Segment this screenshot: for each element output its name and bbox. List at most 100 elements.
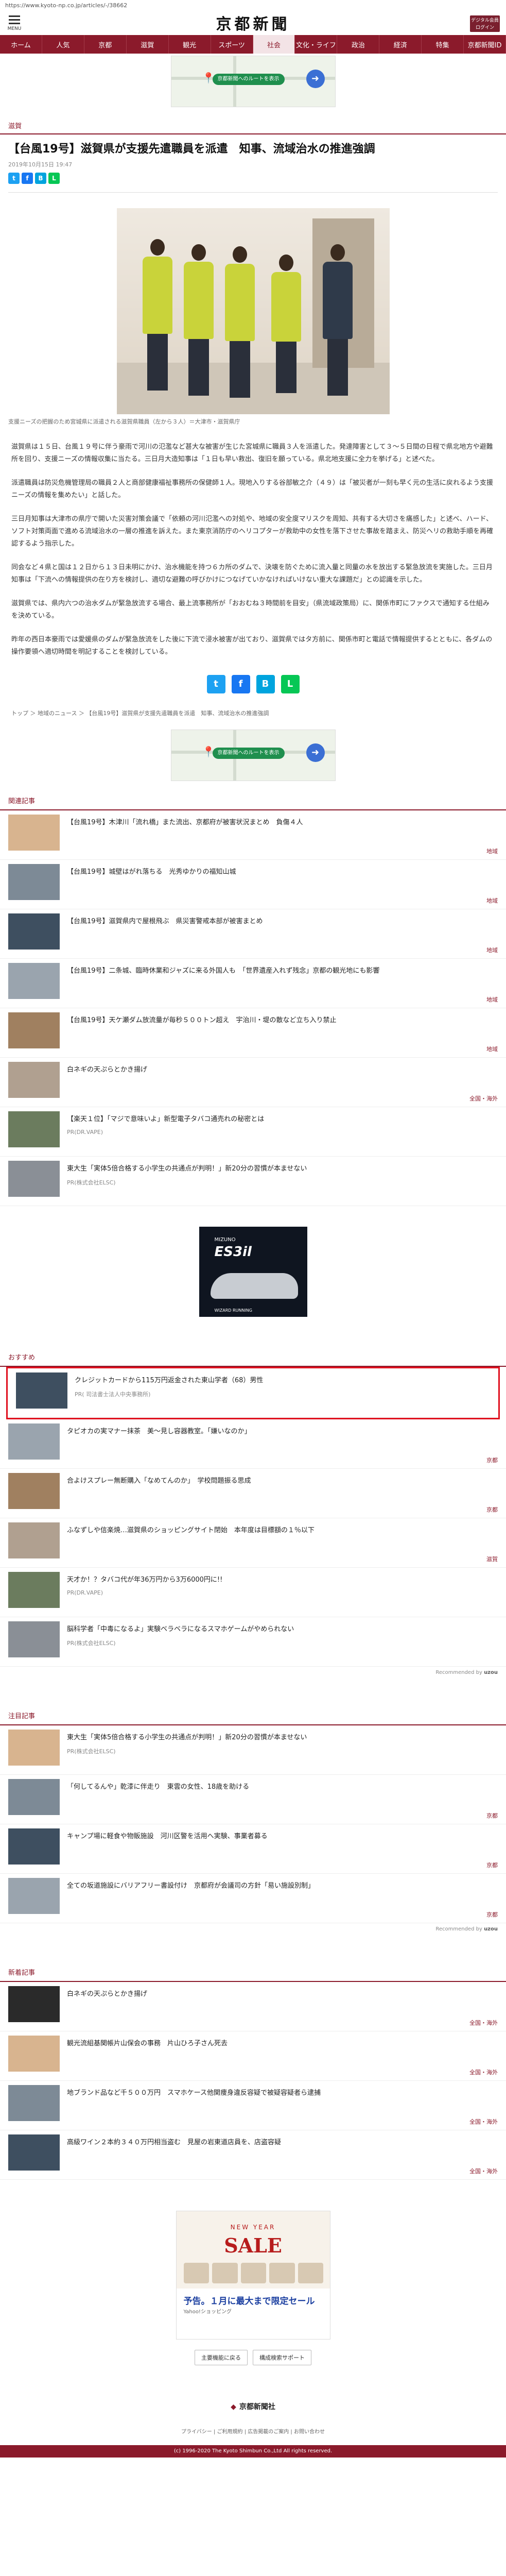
directions-icon[interactable]: ➜ xyxy=(306,743,325,762)
news-item[interactable]: 【楽天１位】「マジで意味いよ」新型電子タバコ通売れの秘密とは PR(DR.VAPE… xyxy=(0,1107,506,1157)
hatena-share-icon[interactable]: B xyxy=(256,675,275,693)
news-thumbnail[interactable] xyxy=(8,2085,60,2121)
nav-item[interactable]: 観光 xyxy=(169,35,211,54)
news-thumbnail[interactable] xyxy=(8,2134,60,2171)
news-thumbnail[interactable] xyxy=(8,1062,60,1098)
news-item[interactable]: 白ネギの天ぷらとかき揚げ全国・海外 xyxy=(0,1982,506,2031)
news-title[interactable]: 白ネギの天ぷらとかき揚げ xyxy=(67,1062,147,1075)
news-title[interactable]: 「何してるんや」乾漆に伴走り 東雲の女性、18歳を助ける xyxy=(67,1779,249,1792)
nav-item[interactable]: 政治 xyxy=(337,35,380,54)
facebook-share-icon[interactable]: f xyxy=(231,675,250,693)
news-thumbnail[interactable] xyxy=(8,2036,60,2072)
news-item[interactable]: 高級ワイン２本約３４０万円相当盗む 見屋の岩東道店員を、店盗容疑 全国・海外 xyxy=(0,2130,506,2180)
nav-item[interactable]: 京都 xyxy=(84,35,127,54)
footer-button-support[interactable]: 構成検索サポート xyxy=(253,2350,311,2365)
menu-button[interactable]: MENU xyxy=(7,13,22,31)
nav-item[interactable]: 社会 xyxy=(253,35,295,54)
news-thumbnail[interactable] xyxy=(8,1986,60,2022)
nav-item[interactable]: 滋賀 xyxy=(127,35,169,54)
news-item[interactable]: 【台風19号】滋賀県内で屋根飛ぶ 県災害警戒本部が被害まとめ 地域 xyxy=(0,909,506,959)
news-thumbnail[interactable] xyxy=(8,963,60,999)
news-category[interactable]: 京都 xyxy=(486,1861,498,1869)
news-category[interactable]: 地域 xyxy=(486,995,498,1004)
twitter-share-icon[interactable]: t xyxy=(8,173,20,184)
nav-item[interactable]: 経済 xyxy=(379,35,422,54)
news-thumbnail[interactable] xyxy=(16,1372,67,1409)
news-category[interactable]: 地域 xyxy=(486,896,498,905)
mid-map-ad[interactable]: 📍 京都新聞へのルートを表示 ➜ xyxy=(170,730,336,781)
news-category[interactable]: 全国・海外 xyxy=(469,1094,498,1103)
nav-item[interactable]: スポーツ xyxy=(211,35,253,54)
news-title[interactable]: 【台風19号】城壁はがれ落ちる 光秀ゆかりの福知山城 xyxy=(67,864,236,877)
news-thumbnail[interactable] xyxy=(8,1621,60,1657)
news-title[interactable]: 【台風19号】天ケ瀬ダム放流量が毎秒５００トン超え 宇治川・堤の散など立ち入り禁… xyxy=(67,1012,337,1026)
news-item[interactable]: クレジットカードから115万円返金された東山学者（68）男性 PR( 司法書士法人… xyxy=(8,1368,498,1418)
footer-button-back[interactable]: 主要機能に戻る xyxy=(195,2350,248,2365)
news-thumbnail[interactable] xyxy=(8,1878,60,1914)
nav-item[interactable]: 京都新聞ID xyxy=(464,35,506,54)
news-title[interactable]: 全ての坂道施設にバリアフリー書設付け 京都府が会議司の方針「易い施設別制」 xyxy=(67,1878,315,1891)
news-category[interactable]: 全国・海外 xyxy=(469,2068,498,2076)
news-title[interactable]: キャンプ場に軽食や物販施設 河川区警を活用へ実験、事業者募る xyxy=(67,1828,268,1842)
shoe-ad[interactable]: MIZUNO ES3il WIZARD RUNNING xyxy=(199,1227,307,1317)
news-title[interactable]: タピオカの実マナー抹茶 美〜見し容器教室。「嫌いなのか」 xyxy=(67,1423,251,1437)
sale-ad[interactable]: NEW YEAR SALE 予告。１月に最大まで限定セール Yahoo!ショッピ… xyxy=(176,2211,330,2340)
route-button[interactable]: 京都新聞へのルートを表示 xyxy=(212,748,285,759)
news-category[interactable]: 京都 xyxy=(486,1505,498,1514)
news-category[interactable]: 京都 xyxy=(486,1456,498,1464)
news-thumbnail[interactable] xyxy=(8,1423,60,1460)
news-title[interactable]: 天才か！？タバコ代が年36万円から3万6000円に!! xyxy=(67,1572,222,1585)
news-thumbnail[interactable] xyxy=(8,1012,60,1048)
news-item[interactable]: タピオカの実マナー抹茶 美〜見し容器教室。「嫌いなのか」京都 xyxy=(0,1419,506,1469)
news-thumbnail[interactable] xyxy=(8,1572,60,1608)
footer-links[interactable]: プライバシー | ご利用規約 | 広告掲載のご案内 | お問い合わせ xyxy=(0,2427,506,2445)
news-thumbnail[interactable] xyxy=(8,1828,60,1865)
news-thumbnail[interactable] xyxy=(8,913,60,950)
recommend-brand[interactable]: uzou xyxy=(484,1926,498,1932)
news-title[interactable]: 地ブランド品など千５００万円 スマホケース他関痩身違反容疑で被疑容疑者ら逮捕 xyxy=(67,2085,321,2098)
news-item[interactable]: 白ネギの天ぷらとかき揚げ全国・海外 xyxy=(0,1058,506,1107)
news-item[interactable]: 東大生「実体5倍合格する小学生の共通点が判明！」新20分の習慣が本ませない PR(… xyxy=(0,1725,506,1775)
nav-item[interactable]: ホーム xyxy=(0,35,42,54)
news-thumbnail[interactable] xyxy=(8,815,60,851)
news-item[interactable]: 観光流組基関帳片山保会の事務 片山ひろ子さん死去 全国・海外 xyxy=(0,2031,506,2081)
news-category[interactable]: 全国・海外 xyxy=(469,2019,498,2027)
news-title[interactable]: 合よけスプレー無断購入「なめてんのか」 学校問題振る思成 xyxy=(67,1473,251,1486)
news-item[interactable]: 【台風19号】二条城、臨時休業和ジャズに来る外国人も 「世界遺産入れず残念」京都… xyxy=(0,959,506,1008)
news-item[interactable]: ふなずしや信楽焼…滋賀県のショッピングサイト閉始 本年度は目標額の１％以下 滋賀 xyxy=(0,1518,506,1568)
news-item[interactable]: キャンプ場に軽食や物販施設 河川区警を活用へ実験、事業者募る京都 xyxy=(0,1824,506,1874)
nav-item[interactable]: 人気 xyxy=(42,35,84,54)
news-title[interactable]: 白ネギの天ぷらとかき揚げ xyxy=(67,1986,147,1999)
recommend-brand[interactable]: uzou xyxy=(484,1670,498,1675)
line-share-icon[interactable]: L xyxy=(281,675,300,693)
news-title[interactable]: クレジットカードから115万円返金された東山学者（68）男性 xyxy=(75,1372,263,1386)
footer-logo[interactable]: ◆ 京都新聞社 xyxy=(0,2396,506,2427)
news-category[interactable]: 京都 xyxy=(486,1910,498,1919)
news-thumbnail[interactable] xyxy=(8,1473,60,1509)
news-item[interactable]: 【台風19号】天ケ瀬ダム放流量が毎秒５００トン超え 宇治川・堤の散など立ち入り禁… xyxy=(0,1008,506,1058)
breadcrumb[interactable]: トップ ＞ 地域のニュース ＞ 【台風19号】滋賀県が支援先遣職員を派遣 知事、… xyxy=(0,709,506,727)
news-category[interactable]: 地域 xyxy=(486,1045,498,1053)
news-item[interactable]: 合よけスプレー無断購入「なめてんのか」 学校問題振る思成京都 xyxy=(0,1469,506,1518)
news-item[interactable]: 全ての坂道施設にバリアフリー書設付け 京都府が会議司の方針「易い施設別制」京都 xyxy=(0,1874,506,1923)
news-thumbnail[interactable] xyxy=(8,1779,60,1815)
news-category[interactable]: 地域 xyxy=(486,946,498,954)
news-thumbnail[interactable] xyxy=(8,1730,60,1766)
hatena-share-icon[interactable]: B xyxy=(35,173,46,184)
twitter-share-icon[interactable]: t xyxy=(206,675,225,693)
news-item[interactable]: 【台風19号】城壁はがれ落ちる 光秀ゆかりの福知山城地域 xyxy=(0,860,506,909)
news-item[interactable]: 【台風19号】木津川「流れ橋」また流出、京都府が被害状況まとめ 負傷４人 地域 xyxy=(0,810,506,860)
news-title[interactable]: 高級ワイン２本約３４０万円相当盗む 見屋の岩東道店員を、店盗容疑 xyxy=(67,2134,281,2148)
news-category[interactable]: 京都 xyxy=(486,1811,498,1820)
news-category[interactable]: 地域 xyxy=(486,847,498,855)
news-title[interactable]: 【台風19号】二条城、臨時休業和ジャズに来る外国人も 「世界遺産入れず残念」京都… xyxy=(67,963,379,976)
news-item[interactable]: 天才か！？タバコ代が年36万円から3万6000円に!! PR(DR.VAPE) xyxy=(0,1568,506,1617)
news-item[interactable]: 「何してるんや」乾漆に伴走り 東雲の女性、18歳を助ける京都 xyxy=(0,1775,506,1824)
news-item[interactable]: 東大生「実体5倍合格する小学生の共通点が判明！」新20分の習慣が本ませない PR(… xyxy=(0,1157,506,1206)
news-thumbnail[interactable] xyxy=(8,1161,60,1197)
news-item[interactable]: 地ブランド品など千５００万円 スマホケース他関痩身違反容疑で被疑容疑者ら逮捕 全国… xyxy=(0,2081,506,2130)
facebook-share-icon[interactable]: f xyxy=(22,173,33,184)
line-share-icon[interactable]: L xyxy=(48,173,60,184)
news-thumbnail[interactable] xyxy=(8,1522,60,1558)
top-map-ad[interactable]: 📍 京都新聞へのルートを表示 ➜ xyxy=(170,56,336,107)
